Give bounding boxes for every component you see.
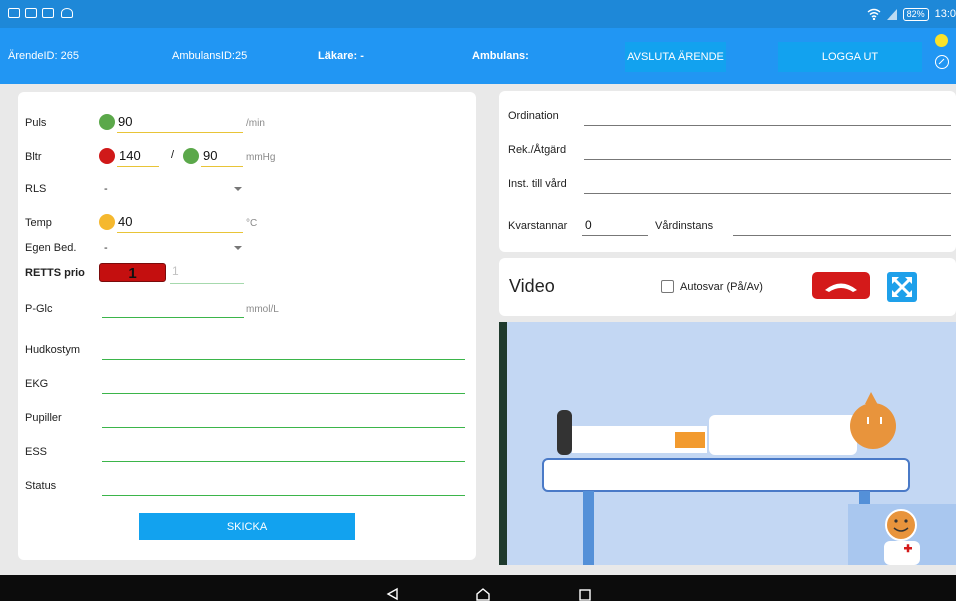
bltr-label: Bltr [25,151,42,163]
bltr-separator: / [171,149,175,161]
vitals-form: Puls 90 /min Bltr 140 / 90 mmHg RLS - Te… [18,92,476,560]
chevron-down-icon[interactable] [234,187,242,191]
status-label: Status [25,480,57,492]
arende-id: ÄrendeID: 265 [8,50,79,62]
rek-atgard-label: Rek./Åtgärd [508,144,567,156]
battery-indicator: 82% [902,7,929,21]
system-status-bar: 82% 13:0 [0,0,956,28]
ess-input[interactable] [102,461,465,462]
ambulans-label: Ambulans: [472,50,529,62]
puls-unit: /min [246,118,265,129]
bltr-sys-input[interactable]: 140 [119,148,141,163]
hudkostym-input[interactable] [102,359,465,360]
rls-select[interactable]: - [104,183,108,195]
app-header: ÄrendeID: 265 AmbulansID:25 Läkare: - Am… [0,28,956,84]
pupiller-input[interactable] [102,427,465,428]
chevron-down-icon[interactable] [234,246,242,250]
home-icon[interactable] [476,588,490,601]
autosvar-checkbox[interactable] [661,280,674,293]
puls-status-dot[interactable] [99,114,115,130]
puls-label: Puls [25,117,47,129]
notification-icon [61,8,73,18]
status-input[interactable] [102,495,465,496]
ekg-input[interactable] [102,393,465,394]
status-indicators: 82% 13:0 [867,7,956,21]
notification-icon [25,8,37,18]
ordination-label: Ordination [508,110,559,122]
avsluta-arende-button[interactable]: AVSLUTA ÄRENDE [625,42,726,72]
video-feed[interactable] [499,322,956,565]
logga-ut-button[interactable]: LOGGA UT [778,42,922,72]
compass-icon[interactable] [935,55,949,69]
bltr-unit: mmHg [246,152,276,163]
pglc-input[interactable] [102,317,244,318]
clock: 13:0 [934,8,956,20]
temp-input[interactable]: 40 [118,214,132,229]
temp-underline [117,232,243,233]
bltr-sys-status-dot[interactable] [99,148,115,164]
ambulance-illustration [542,392,956,565]
temp-unit: °C [246,218,258,229]
pglc-label: P-Glc [25,303,53,315]
egen-bed-label: Egen Bed. [25,242,77,254]
inst-till-vard-input[interactable] [584,193,951,194]
hudkostym-label: Hudkostym [25,344,81,356]
bltr-dia-underline [201,166,243,167]
system-navigation-bar [0,575,956,601]
ambulans-id: AmbulansID:25 [172,50,248,62]
lakare-label: Läkare: - [318,50,364,62]
bltr-dia-status-dot[interactable] [183,148,199,164]
retts-prio-hint: 1 [172,264,179,278]
egen-bed-select[interactable]: - [104,242,108,254]
rek-atgard-input[interactable] [584,159,951,160]
recents-icon[interactable] [579,589,591,601]
kvarstannar-label: Kvarstannar [508,220,568,232]
puls-input[interactable]: 90 [118,114,132,129]
pglc-unit: mmol/L [246,304,279,315]
temp-status-dot[interactable] [99,214,115,230]
autosvar-label: Autosvar (På/Av) [680,281,763,293]
pupiller-label: Pupiller [25,412,62,424]
retts-underline [170,283,244,284]
retts-prio-label: RETTS prio [25,267,85,279]
video-title: Video [509,276,555,296]
back-icon[interactable] [386,587,398,601]
vardinstans-input[interactable] [733,235,951,236]
retts-prio-badge[interactable]: 1 [99,263,166,282]
notification-icon [42,8,54,18]
inst-till-vard-label: Inst. till vård [508,178,567,190]
signal-icon [886,8,897,20]
skicka-button[interactable]: SKICKA [139,513,355,540]
bltr-sys-underline [117,166,159,167]
temp-label: Temp [25,217,52,229]
notification-icon [8,8,20,18]
ekg-label: EKG [25,378,49,390]
ordination-input[interactable] [584,125,951,126]
kvarstannar-input[interactable]: 0 [585,218,592,232]
expand-icon[interactable] [887,272,917,302]
kvarstannar-underline [582,235,648,236]
puls-underline [117,132,243,133]
bltr-dia-input[interactable]: 90 [203,148,217,163]
wifi-icon [867,8,881,20]
video-controls: Video Autosvar (På/Av) [499,258,956,316]
phone-hangup-icon[interactable] [812,272,870,299]
rls-label: RLS [25,183,47,195]
ess-label: ESS [25,446,48,458]
retts-prio-value: 1 [128,265,137,282]
orders-form: Ordination Rek./Åtgärd Inst. till vård K… [499,91,956,252]
vardinstans-label: Vårdinstans [655,220,714,232]
connection-status-dot [935,34,948,47]
